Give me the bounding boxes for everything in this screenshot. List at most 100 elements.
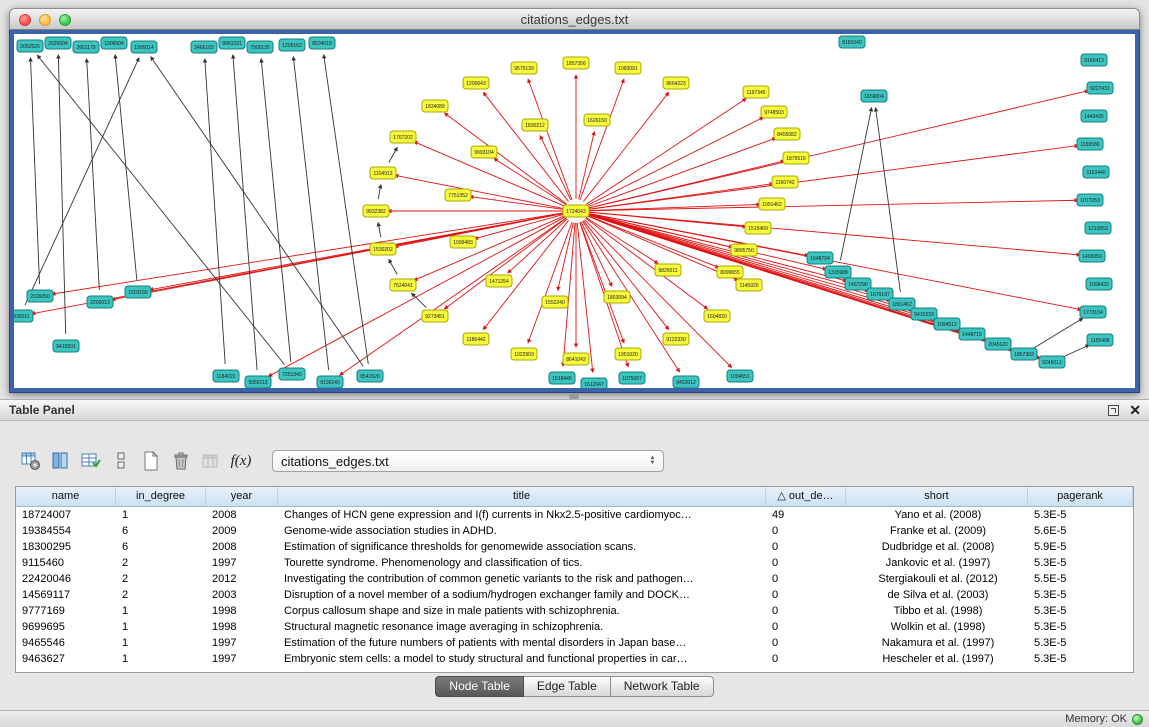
tab-network-table[interactable]: Network Table [611, 676, 714, 697]
graph-node[interactable]: 1465059 [1079, 250, 1105, 262]
graph-node[interactable]: 1626150 [584, 114, 610, 126]
graph-node[interactable]: 2052520 [17, 40, 43, 52]
function-builder-button[interactable]: f(x) [226, 447, 256, 475]
table-row[interactable]: 1830029562008Estimation of significance … [16, 539, 1133, 555]
graph-node[interactable]: 9136140 [317, 376, 343, 388]
column-header-2[interactable]: year [206, 487, 278, 506]
graph-node[interactable]: 9160413 [1081, 54, 1107, 66]
graph-node[interactable]: 9932382 [363, 205, 389, 217]
graph-edge[interactable] [87, 59, 100, 290]
graph-edge[interactable] [470, 197, 564, 210]
graph-node[interactable]: 1155408 [1087, 334, 1113, 346]
graph-edge[interactable] [1034, 318, 1082, 348]
graph-node[interactable]: 1552240 [542, 296, 568, 308]
tab-node-table[interactable]: Node Table [435, 676, 524, 697]
graph-edge[interactable] [395, 175, 564, 208]
graph-node[interactable]: 1867302 [1011, 348, 1037, 360]
graph-edge[interactable] [577, 223, 593, 372]
graph-node[interactable]: 1612047 [581, 378, 607, 388]
graph-edge[interactable] [587, 117, 764, 205]
graph-edge[interactable] [261, 59, 291, 362]
graph-edge[interactable] [115, 55, 137, 280]
graph-node[interactable]: 1679197 [867, 288, 893, 300]
graph-node[interactable]: 1186442 [463, 333, 489, 345]
graph-edge[interactable] [494, 158, 566, 204]
graph-edge[interactable] [528, 79, 572, 199]
graph-node[interactable]: 1863094 [604, 291, 630, 303]
graph-node[interactable]: 9452012 [673, 376, 699, 388]
import-table-button[interactable] [196, 447, 226, 475]
graph-edge[interactable] [233, 55, 257, 370]
table-row[interactable]: 969969511998Structural magnetic resonanc… [16, 619, 1133, 635]
graph-edge[interactable] [205, 59, 225, 364]
float-panel-icon[interactable] [1108, 405, 1119, 416]
graph-node[interactable]: 2203013 [87, 296, 113, 308]
window-titlebar[interactable]: citations_edges.txt [9, 8, 1140, 30]
graph-node[interactable]: 1099432 [1086, 278, 1112, 290]
graph-node[interactable]: 1835011 [14, 310, 33, 322]
graph-edge[interactable] [151, 57, 363, 366]
column-header-6[interactable]: pagerank [1028, 487, 1133, 506]
tab-edge-table[interactable]: Edge Table [524, 676, 611, 697]
graph-node[interactable]: 9575139 [511, 62, 537, 74]
graph-node[interactable]: 9415501 [53, 340, 79, 352]
graph-node[interactable]: 1891462 [889, 298, 915, 310]
table-row[interactable]: 946362711997Embryonic stem cells: a mode… [16, 651, 1133, 667]
graph-node[interactable]: 1160742 [772, 176, 798, 188]
graph-node[interactable]: 1518445 [549, 372, 575, 384]
graph-edge[interactable] [293, 57, 328, 370]
graph-node[interactable]: 9227431 [1087, 82, 1113, 94]
show-columns-button[interactable] [46, 447, 76, 475]
graph-node[interactable]: 1515469 [745, 222, 771, 234]
graph-node[interactable]: 7905135 [247, 41, 273, 53]
graph-node[interactable]: 1448715 [959, 328, 985, 340]
graph-edge[interactable] [588, 91, 1089, 209]
graph-node[interactable]: 9410233 [911, 308, 937, 320]
table-selector-dropdown[interactable]: citations_edges.txt ▲▼ [272, 450, 664, 472]
graph-edge[interactable] [588, 200, 1078, 210]
graph-node[interactable]: 1648794 [807, 252, 833, 264]
graph-node[interactable]: 1205162 [279, 39, 305, 51]
table-row[interactable]: 946554611997Estimation of the future num… [16, 635, 1133, 651]
minimize-window-button[interactable] [39, 14, 51, 26]
graph-node[interactable]: 1830212 [522, 119, 548, 131]
graph-node[interactable]: 9350113 [245, 376, 271, 388]
delete-table-button[interactable] [166, 447, 196, 475]
graph-node[interactable]: 1184022 [213, 370, 239, 382]
graph-node[interactable]: 1022903 [511, 348, 537, 360]
graph-node[interactable]: 1443435 [1081, 110, 1107, 122]
close-panel-icon[interactable]: ✕ [1129, 405, 1141, 416]
graph-node[interactable]: 1834089 [422, 100, 448, 112]
graph-nodes[interactable]: 1724043966422310830911857356957513912006… [14, 36, 1113, 388]
graph-node[interactable]: 1099483 [450, 236, 476, 248]
column-header-5[interactable]: short [846, 487, 1028, 506]
network-canvas[interactable]: 1724043966422310830911857356957513912006… [14, 34, 1135, 388]
graph-node[interactable]: 2026050 [27, 290, 53, 302]
graph-node[interactable]: 2045120 [985, 338, 1011, 350]
graph-node[interactable]: 1773104 [1080, 306, 1106, 318]
graph-node[interactable]: 7751352 [445, 189, 471, 201]
graph-edge[interactable] [25, 58, 139, 305]
graph-node[interactable]: 8641042 [563, 353, 589, 365]
graph-node[interactable]: 1094551 [727, 370, 753, 382]
column-header-3[interactable]: title [278, 487, 766, 506]
graph-node[interactable]: 2466102 [191, 41, 217, 53]
graph-edge[interactable] [389, 147, 397, 162]
graph-edge[interactable] [558, 223, 574, 291]
table-row[interactable]: 1938455462009Genome-wide association stu… [16, 523, 1133, 539]
graph-edge[interactable] [30, 58, 39, 284]
graph-node[interactable]: 1471254 [486, 275, 512, 287]
graph-node[interactable]: 8504018 [309, 37, 335, 49]
table-row[interactable]: 977716911998Corpus callosum shape and si… [16, 603, 1133, 619]
graph-edge[interactable] [580, 79, 624, 199]
graph-node[interactable]: 1857356 [563, 57, 589, 69]
citation-network-graph[interactable]: 1724043966422310830911857356957513912006… [14, 34, 1135, 388]
graph-node[interactable]: 9895750 [731, 244, 757, 256]
graph-node[interactable]: 1767202 [390, 131, 416, 143]
graph-node[interactable]: 9273451 [422, 310, 448, 322]
graph-edge[interactable] [840, 108, 871, 260]
graph-edge[interactable] [588, 213, 1081, 309]
graph-node[interactable]: 8455082 [774, 128, 800, 140]
graph-edge[interactable] [588, 146, 1078, 210]
graph-node[interactable]: 8181040 [839, 36, 865, 48]
